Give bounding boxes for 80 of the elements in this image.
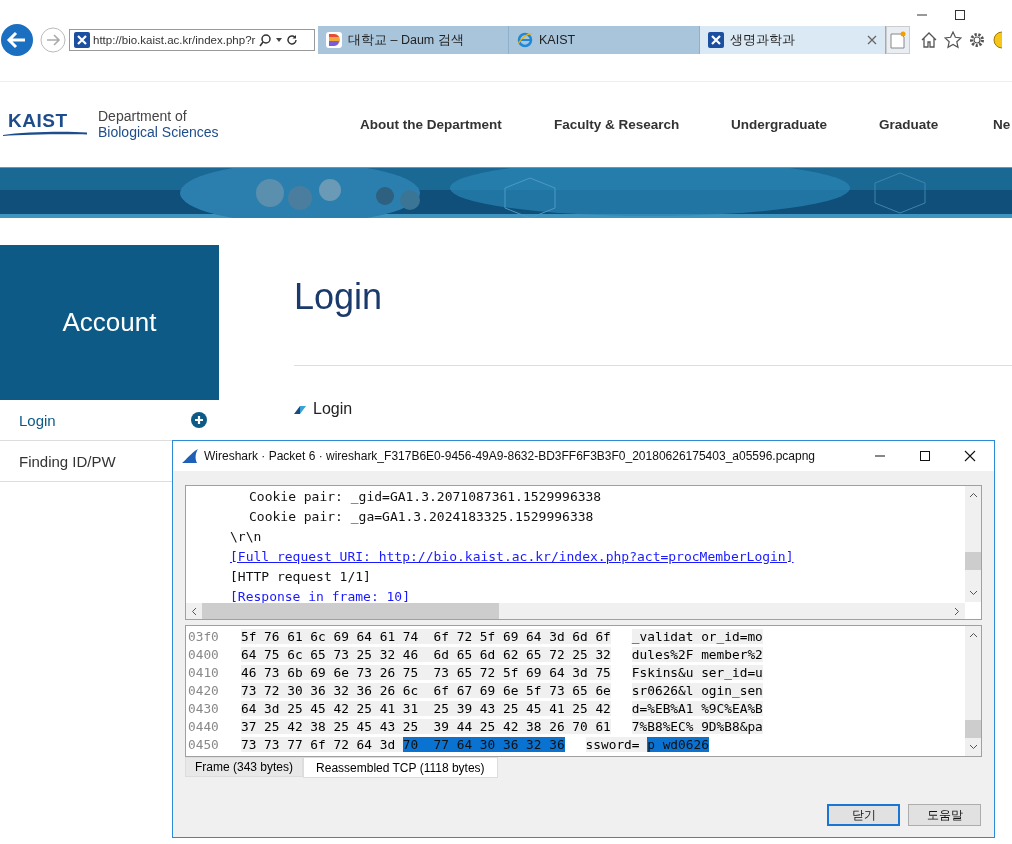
daum-icon [326, 32, 342, 48]
ascii-text: dules%2F member%2 [631, 647, 763, 662]
hex-bytes: 73 73 77 6f 72 64 3d [241, 737, 403, 752]
nav-link[interactable]: Undergraduate [731, 116, 879, 132]
ascii-text: ssword= [585, 737, 648, 752]
hex-bytes: 73 72 30 36 32 36 26 6c 6f 67 69 6e 5f 73 65 6e [241, 683, 611, 698]
scroll-up-icon [969, 632, 978, 638]
page-icon [890, 31, 906, 49]
logo-swoosh-icon [3, 131, 87, 136]
nav-link[interactable]: Ne [993, 116, 1011, 132]
shark-fin-icon [181, 448, 199, 464]
offset-label: 0410 [187, 664, 220, 682]
scroll-thumb[interactable] [965, 552, 981, 570]
nav-link[interactable]: About the Department [360, 116, 554, 132]
settings-icon[interactable] [968, 31, 986, 49]
offset-label: 03f0 [187, 628, 220, 646]
offset-label: 0420 [187, 682, 220, 700]
scrollbar[interactable] [186, 603, 965, 619]
page-title: Login [294, 275, 384, 319]
scroll-thumb[interactable] [202, 603, 499, 619]
selected-bytes: p wd0626 [647, 737, 709, 752]
star-icon[interactable] [944, 31, 962, 49]
tree-link[interactable]: [Full request URI: http://bio.kaist.ac.kr/index.php?act=procMemberLogin] [186, 547, 794, 567]
offset-label: 0430 [187, 700, 220, 718]
scrollbar[interactable] [965, 626, 981, 756]
logo-wordmark: KAIST [7, 111, 68, 131]
back-icon[interactable] [0, 23, 34, 57]
ascii-text: 7%B8%EC% 9D%B8&pa [631, 719, 763, 734]
hex-bytes: 64 75 6c 65 73 25 32 46 6d 65 6d 62 65 72 25 32 [241, 647, 611, 662]
browser-tab[interactable]: KAIST [509, 26, 700, 54]
ascii-text: Fskins&u ser_id=u [631, 665, 763, 680]
logo-text: Department of [98, 108, 188, 124]
sidebar-title: Account [0, 245, 219, 400]
close-icon[interactable] [964, 450, 976, 462]
smiley-icon[interactable] [992, 31, 1002, 49]
selected-bytes: 70 77 64 30 36 32 36 [402, 737, 565, 752]
tree-item: \r\n [229, 528, 262, 546]
scroll-right-icon [954, 607, 960, 616]
scroll-down-icon [969, 590, 978, 596]
scroll-left-icon [191, 607, 197, 616]
help-button[interactable]: 도움말 [908, 804, 981, 826]
nav-link[interactable]: Faculty & Research [554, 116, 731, 132]
ascii-text: sr0626&l ogin_sen [631, 683, 763, 698]
offset-label: 0450 [187, 736, 220, 754]
tree-item: Cookie pair: _ga=GA1.3.2024183325.1529996338 [248, 508, 594, 526]
ascii-text: d=%EB%A1 %9C%EA%B [631, 701, 763, 716]
offset-label: 0440 [187, 718, 220, 736]
scroll-up-icon [969, 492, 978, 498]
hex-bytes: 37 25 42 38 25 45 43 25 39 44 25 42 38 26 70 61 [241, 719, 611, 734]
close-button[interactable]: 닫기 [827, 804, 900, 826]
caret-icon[interactable] [275, 36, 284, 44]
hex-bytes: 5f 76 61 6c 69 64 61 74 6f 72 5f 69 64 3d 6d 6f [241, 629, 611, 644]
bytes-tab[interactable]: Frame (343 bytes) [185, 757, 304, 777]
tree-item: [HTTP request 1/1] [229, 568, 371, 586]
maximize-icon[interactable] [919, 450, 931, 462]
ascii-text: _validat or_id=mo [631, 629, 763, 644]
scroll-down-icon [969, 744, 978, 750]
section-heading: Login [313, 400, 353, 418]
nav-link[interactable]: Graduate [879, 116, 993, 132]
plus-icon [191, 412, 207, 428]
scrollbar[interactable] [965, 486, 981, 602]
address-bar[interactable]: http://bio.kaist.ac.kr/index.php?r [69, 29, 315, 51]
browser-tab[interactable]: 생명과학과 [700, 26, 886, 54]
site-icon [708, 32, 724, 48]
hex-bytes: 64 3d 25 45 42 25 41 31 25 39 43 25 45 41 25 42 [241, 701, 611, 716]
scroll-thumb[interactable] [965, 720, 981, 738]
search-icon[interactable] [258, 33, 273, 47]
browser-icon [517, 32, 533, 48]
tree-link[interactable]: [Response in frame: 10] [186, 587, 410, 607]
site-icon [74, 32, 90, 48]
maximize-icon[interactable] [954, 9, 966, 21]
logo-text: Biological Sciences [98, 124, 219, 140]
bytes-tab[interactable]: Reassembled TCP (1118 bytes) [303, 757, 498, 778]
offset-label: 0400 [187, 646, 220, 664]
triangle-icon [294, 404, 306, 414]
hex-bytes: 46 73 6b 69 6e 73 26 75 73 65 72 5f 69 64 3d 75 [241, 665, 611, 680]
browser-tab[interactable]: 대학교 – Daum 검색 [318, 26, 509, 54]
tree-item: Cookie pair: _gid=GA1.3.2071087361.1529996338 [248, 488, 602, 506]
refresh-icon[interactable] [286, 34, 299, 46]
home-icon[interactable] [920, 31, 938, 49]
